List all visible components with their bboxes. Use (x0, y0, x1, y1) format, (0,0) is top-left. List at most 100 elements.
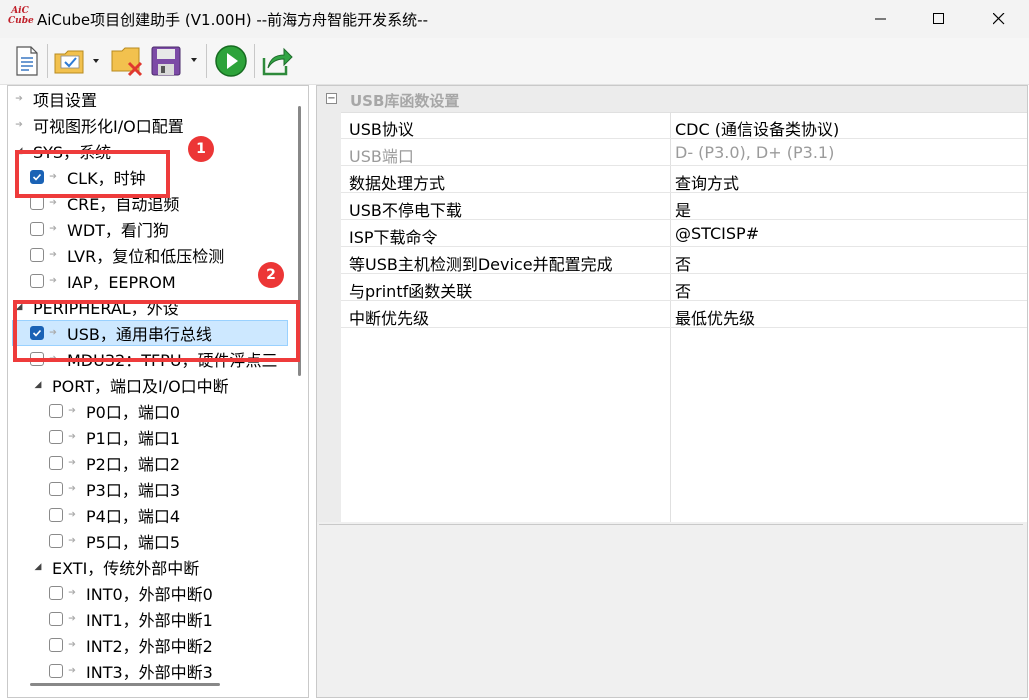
minimize-button[interactable] (852, 0, 910, 38)
new-project-button[interactable] (10, 44, 44, 78)
checkbox[interactable] (49, 404, 63, 418)
tree-item-label: INT0，外部中断0 (86, 585, 213, 604)
maximize-button[interactable] (910, 0, 968, 38)
property-value[interactable]: 是 (675, 197, 691, 221)
export-button[interactable] (259, 44, 295, 78)
checkbox[interactable] (30, 274, 44, 288)
property-value[interactable]: CDC (通信设备类协议) (675, 116, 839, 140)
close-icon (993, 13, 1005, 25)
tree-item-p1[interactable]: ➔ P1口，端口1 (49, 424, 180, 450)
annotation-badge-2: 2 (258, 262, 284, 288)
checkbox[interactable] (30, 248, 44, 262)
right-arrow-icon: ➔ (68, 614, 76, 624)
tree-item-label: P5口，端口5 (86, 533, 181, 552)
close-folder-icon (111, 47, 143, 77)
right-arrow-icon: ➔ (68, 458, 76, 468)
right-arrow-icon: ➔ (15, 94, 23, 104)
tree-item-label: P3口，端口3 (86, 481, 181, 500)
property-row-wait-config[interactable]: 等USB主机检测到Device并配置完成 否 (341, 247, 1027, 274)
property-row-usb-protocol[interactable]: USB协议 CDC (通信设备类协议) (341, 112, 1027, 139)
property-gutter (317, 112, 341, 522)
property-grid: − USB库函数设置 USB协议 CDC (通信设备类协议) USB端口 D- … (317, 86, 1027, 522)
right-arrow-icon: ➔ (49, 224, 57, 234)
tree-item-p4[interactable]: ➔ P4口，端口4 (49, 502, 180, 528)
open-project-button[interactable] (52, 44, 104, 78)
logo-text-top: AiC (11, 6, 29, 16)
collapse-icon[interactable]: − (326, 93, 337, 104)
property-name: 与printf函数关联 (349, 282, 473, 301)
property-name: 等USB主机检测到Device并配置完成 (349, 255, 613, 274)
property-row-usb-port[interactable]: USB端口 D- (P3.0), D+ (P3.1) (341, 139, 1027, 166)
tree-item-label: IAP，EEPROM (67, 273, 176, 292)
expand-triangle-icon: ◢ (34, 380, 42, 390)
checkbox[interactable] (49, 586, 63, 600)
right-arrow-icon: ➔ (68, 640, 76, 650)
property-value[interactable]: 查询方式 (675, 170, 739, 194)
property-value[interactable]: @STCISP# (675, 224, 759, 243)
window-title: AiCube项目创建助手 (V1.00H) --前海方舟智能开发系统-- (37, 11, 428, 29)
checkbox[interactable] (30, 196, 44, 210)
toolbar (0, 38, 1029, 85)
right-arrow-icon: ➔ (68, 510, 76, 520)
close-project-button[interactable] (108, 44, 146, 78)
property-row-data-mode[interactable]: 数据处理方式 查询方式 (341, 166, 1027, 193)
tree-item-io-config[interactable]: ➔ 可视图形化I/O口配置 (14, 112, 184, 138)
close-button[interactable] (970, 0, 1028, 38)
right-arrow-icon: ➔ (49, 276, 57, 286)
right-arrow-icon: ➔ (68, 588, 76, 598)
property-help-pane (319, 524, 1023, 694)
tree-item-label: PORT，端口及I/O口中断 (52, 377, 229, 396)
property-value[interactable]: 最低优先级 (675, 305, 755, 329)
tree-item-wdt[interactable]: ➔ WDT，看门狗 (30, 216, 169, 242)
tree-item-p0[interactable]: ➔ P0口，端口0 (49, 398, 180, 424)
title-bar: AiC Cube AiCube项目创建助手 (V1.00H) --前海方舟智能开… (0, 0, 1029, 38)
right-arrow-icon: ➔ (15, 120, 23, 130)
category-title: USB库函数设置 (350, 92, 460, 110)
horizontal-scrollbar[interactable] (30, 683, 220, 686)
tree-group-port[interactable]: ◢ PORT，端口及I/O口中断 (33, 372, 229, 398)
tree-item-p2[interactable]: ➔ P2口，端口2 (49, 450, 180, 476)
tree-item-label: INT2，外部中断2 (86, 637, 213, 656)
new-document-icon (16, 46, 38, 76)
minimize-icon (875, 18, 886, 20)
property-name: 数据处理方式 (349, 174, 446, 193)
tree-item-label: LVR，复位和低压检测 (67, 247, 225, 266)
tree-group-exti[interactable]: ◢ EXTI，传统外部中断 (33, 554, 200, 580)
checkbox[interactable] (49, 430, 63, 444)
property-value[interactable]: 否 (675, 278, 691, 302)
property-row-isp-command[interactable]: ISP下载命令 @STCISP# (341, 220, 1027, 247)
export-icon (262, 47, 293, 76)
tree-item-int2[interactable]: ➔ INT2，外部中断2 (49, 632, 213, 658)
checkbox[interactable] (49, 456, 63, 470)
save-project-button[interactable] (148, 44, 202, 78)
checkbox[interactable] (49, 534, 63, 548)
tree-item-project-settings[interactable]: ➔ 项目设置 (14, 86, 97, 112)
open-folder-icon (54, 50, 99, 74)
right-arrow-icon: ➔ (68, 484, 76, 494)
tree-item-iap[interactable]: ➔ IAP，EEPROM (30, 268, 176, 294)
property-row-usb-download[interactable]: USB不停电下载 是 (341, 193, 1027, 220)
right-arrow-icon: ➔ (49, 250, 57, 260)
tree-item-label: 项目设置 (33, 91, 98, 110)
checkbox[interactable] (49, 612, 63, 626)
property-row-printf[interactable]: 与printf函数关联 否 (341, 274, 1027, 301)
property-category[interactable]: − USB库函数设置 (317, 86, 1027, 113)
property-value[interactable]: 否 (675, 251, 691, 275)
tree-item-p5[interactable]: ➔ P5口，端口5 (49, 528, 180, 554)
property-row-irq-priority[interactable]: 中断优先级 最低优先级 (341, 301, 1027, 328)
tree-item-int3[interactable]: ➔ INT3，外部中断3 (49, 658, 213, 684)
annotation-badge-1: 1 (188, 136, 214, 162)
checkbox[interactable] (49, 664, 63, 678)
checkbox[interactable] (30, 222, 44, 236)
save-disk-icon (151, 46, 197, 76)
tree-item-p3[interactable]: ➔ P3口，端口3 (49, 476, 180, 502)
feature-tree[interactable]: ➔ 项目设置 ➔ 可视图形化I/O口配置 ◢ SYS，系统 ➔ CLK，时钟 ➔… (7, 85, 309, 698)
checkbox[interactable] (49, 482, 63, 496)
checkbox[interactable] (49, 638, 63, 652)
right-arrow-icon: ➔ (68, 406, 76, 416)
tree-item-int0[interactable]: ➔ INT0，外部中断0 (49, 580, 213, 606)
tree-item-lvr[interactable]: ➔ LVR，复位和低压检测 (30, 242, 224, 268)
tree-item-int1[interactable]: ➔ INT1，外部中断1 (49, 606, 213, 632)
run-button[interactable] (213, 44, 249, 78)
checkbox[interactable] (49, 508, 63, 522)
